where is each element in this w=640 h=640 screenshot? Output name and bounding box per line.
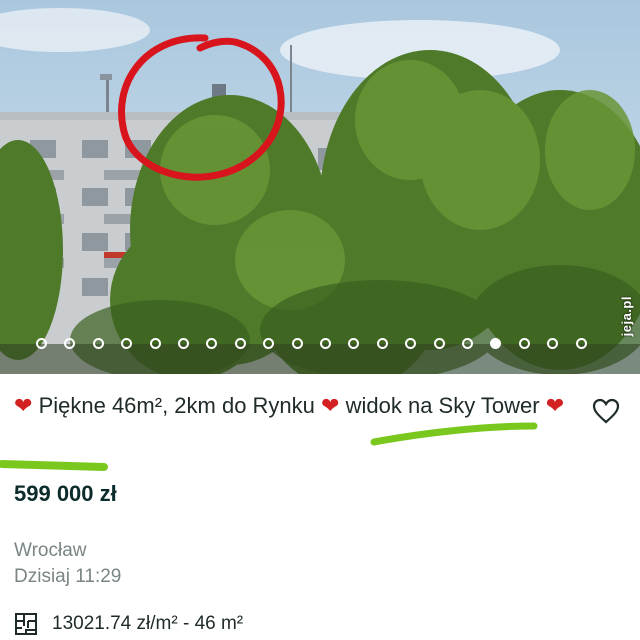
red-heart-icon: ❤ xyxy=(321,393,340,418)
pagination-dot[interactable] xyxy=(178,338,189,349)
watermark: jeja.pl xyxy=(619,296,634,337)
listing-title: ❤ Piękne 46m², 2km do Rynku ❤ widok na S… xyxy=(14,390,574,422)
pagination-dot-active[interactable] xyxy=(490,338,502,349)
listing-location: Wrocław xyxy=(14,540,87,561)
area-price-text: 13021.74 zł/m² - 46 m² xyxy=(52,613,244,634)
pagination-dot[interactable] xyxy=(64,338,76,349)
gallery-pagination[interactable] xyxy=(0,338,640,354)
pagination-dot[interactable] xyxy=(376,338,388,349)
pagination-dot[interactable] xyxy=(206,338,218,349)
pagination-dot[interactable] xyxy=(291,338,303,349)
pagination-dot[interactable] xyxy=(320,338,331,349)
pagination-dot[interactable] xyxy=(121,338,133,349)
pagination-dot[interactable] xyxy=(348,338,360,349)
pagination-dot[interactable] xyxy=(518,338,530,349)
listing-photo[interactable] xyxy=(0,0,640,374)
red-heart-icon: ❤ xyxy=(545,393,565,418)
pagination-dot[interactable] xyxy=(405,338,417,349)
title-part-1: Piękne 46m², 2km do Rynku xyxy=(38,393,315,418)
pagination-dot[interactable] xyxy=(92,338,104,349)
title-part-2: widok na Sky Tower xyxy=(345,393,540,418)
green-underline-annotation xyxy=(0,460,108,471)
green-underline-annotation xyxy=(370,422,538,446)
pagination-dot[interactable] xyxy=(547,338,559,349)
area-info-row: 13021.74 zł/m² - 46 m² xyxy=(14,611,243,637)
listing-date: Dzisiaj 11:29 xyxy=(14,566,122,587)
pagination-dot[interactable] xyxy=(433,338,445,349)
pagination-dot[interactable] xyxy=(263,338,275,349)
pagination-dot[interactable] xyxy=(234,338,246,349)
pagination-dot[interactable] xyxy=(149,338,161,349)
favorite-heart-icon[interactable] xyxy=(592,398,620,424)
pagination-dot[interactable] xyxy=(575,338,587,349)
pagination-dot[interactable] xyxy=(462,338,473,349)
pagination-dot[interactable] xyxy=(36,338,47,349)
listing-price: 599 000 zł xyxy=(14,481,117,506)
red-heart-icon: ❤ xyxy=(14,393,33,418)
floor-plan-icon xyxy=(15,613,37,635)
